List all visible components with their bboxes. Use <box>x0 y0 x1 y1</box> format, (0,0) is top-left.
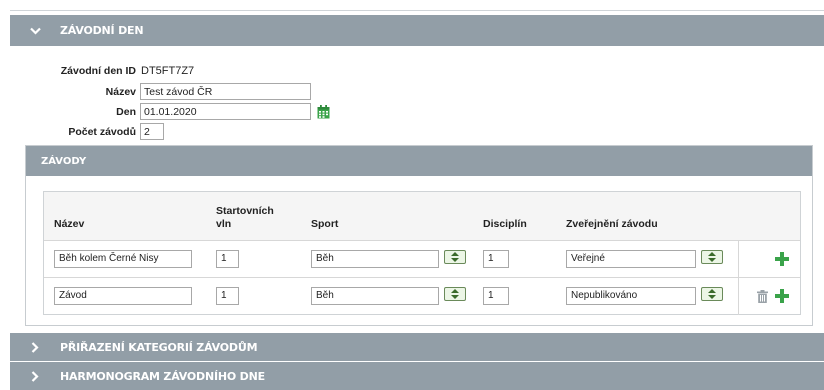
races-panel: ZÁVODY Název Startovních vln Sport Disci… <box>25 145 813 326</box>
day-label: Den <box>116 105 136 118</box>
col-publish: Zveřejnění závodu <box>566 218 658 230</box>
race-publish-select[interactable]: Veřejné <box>566 250 696 268</box>
top-divider <box>10 10 824 11</box>
sport-stepper[interactable] <box>444 287 466 301</box>
publish-stepper[interactable] <box>701 287 723 301</box>
race-sport-select[interactable]: Běh <box>311 250 439 268</box>
up-down-arrows-icon <box>708 252 716 262</box>
col-discipline: Disciplín <box>483 218 527 230</box>
race-waves-input[interactable]: 1 <box>216 250 239 268</box>
day-input[interactable]: 01.01.2020 <box>140 103 311 120</box>
name-row: Název Test závod ČR <box>10 83 311 100</box>
race-waves-input[interactable]: 1 <box>216 287 239 305</box>
race-day-header[interactable]: ZÁVODNÍ DEN <box>10 15 824 46</box>
race-day-title: ZÁVODNÍ DEN <box>60 24 144 37</box>
category-assignment-header[interactable]: PŘIŘAZENÍ KATEGORIÍ ZÁVODŮM <box>10 333 824 361</box>
chevron-right-icon[interactable] <box>10 341 60 353</box>
race-day-id-value: DT5FT7Z7 <box>141 65 195 77</box>
races-table: Název Startovních vln Sport Disciplín Zv… <box>43 191 801 315</box>
race-name-input[interactable]: Běh kolem Černé Nisy <box>54 250 192 268</box>
race-discipline-input[interactable]: 1 <box>483 287 509 305</box>
races-title: ZÁVODY <box>41 155 87 167</box>
sport-stepper[interactable] <box>444 250 466 264</box>
up-down-arrows-icon <box>708 289 716 299</box>
races-table-header: Název Startovních vln Sport Disciplín Zv… <box>44 192 800 241</box>
table-row: Závod 1 Běh 1 Nepublikováno <box>44 278 800 315</box>
chevron-down-icon[interactable] <box>10 27 60 35</box>
race-sport-select[interactable]: Běh <box>311 287 439 305</box>
day-row: Den 01.01.2020 <box>10 103 330 120</box>
col-waves: Startovních vln <box>216 205 274 231</box>
schedule-title: HARMONOGRAM ZÁVODNÍHO DNE <box>60 369 265 383</box>
calendar-icon[interactable] <box>317 104 330 119</box>
col-name: Název <box>54 218 85 230</box>
trash-icon[interactable] <box>757 290 768 303</box>
race-count-label: Počet závodů <box>68 125 136 138</box>
races-header[interactable]: ZÁVODY <box>26 146 812 176</box>
publish-stepper[interactable] <box>701 250 723 264</box>
schedule-header[interactable]: HARMONOGRAM ZÁVODNÍHO DNE <box>10 362 824 390</box>
race-publish-select[interactable]: Nepublikováno <box>566 287 696 305</box>
up-down-arrows-icon <box>451 289 459 299</box>
race-discipline-input[interactable]: 1 <box>483 250 509 268</box>
column-divider <box>738 241 739 277</box>
up-down-arrows-icon <box>451 252 459 262</box>
name-label: Název <box>105 85 136 98</box>
add-icon[interactable] <box>775 289 789 303</box>
col-sport: Sport <box>311 218 339 230</box>
table-row: Běh kolem Černé Nisy 1 Běh 1 Veřejné <box>44 241 800 278</box>
race-name-input[interactable]: Závod <box>54 287 192 305</box>
name-input[interactable]: Test závod ČR <box>140 83 311 100</box>
race-count-input[interactable]: 2 <box>140 123 164 140</box>
race-day-id-label: Závodní den ID <box>60 65 136 77</box>
column-divider <box>738 278 739 315</box>
chevron-right-icon[interactable] <box>10 370 60 382</box>
race-count-row: Počet závodů 2 <box>10 123 164 140</box>
add-icon[interactable] <box>775 252 789 266</box>
race-day-id-row: Závodní den ID DT5FT7Z7 <box>10 65 194 77</box>
col-waves-line1: Startovních <box>216 205 274 217</box>
category-assignment-title: PŘIŘAZENÍ KATEGORIÍ ZÁVODŮM <box>60 340 258 354</box>
col-waves-line2: vln <box>216 218 232 230</box>
